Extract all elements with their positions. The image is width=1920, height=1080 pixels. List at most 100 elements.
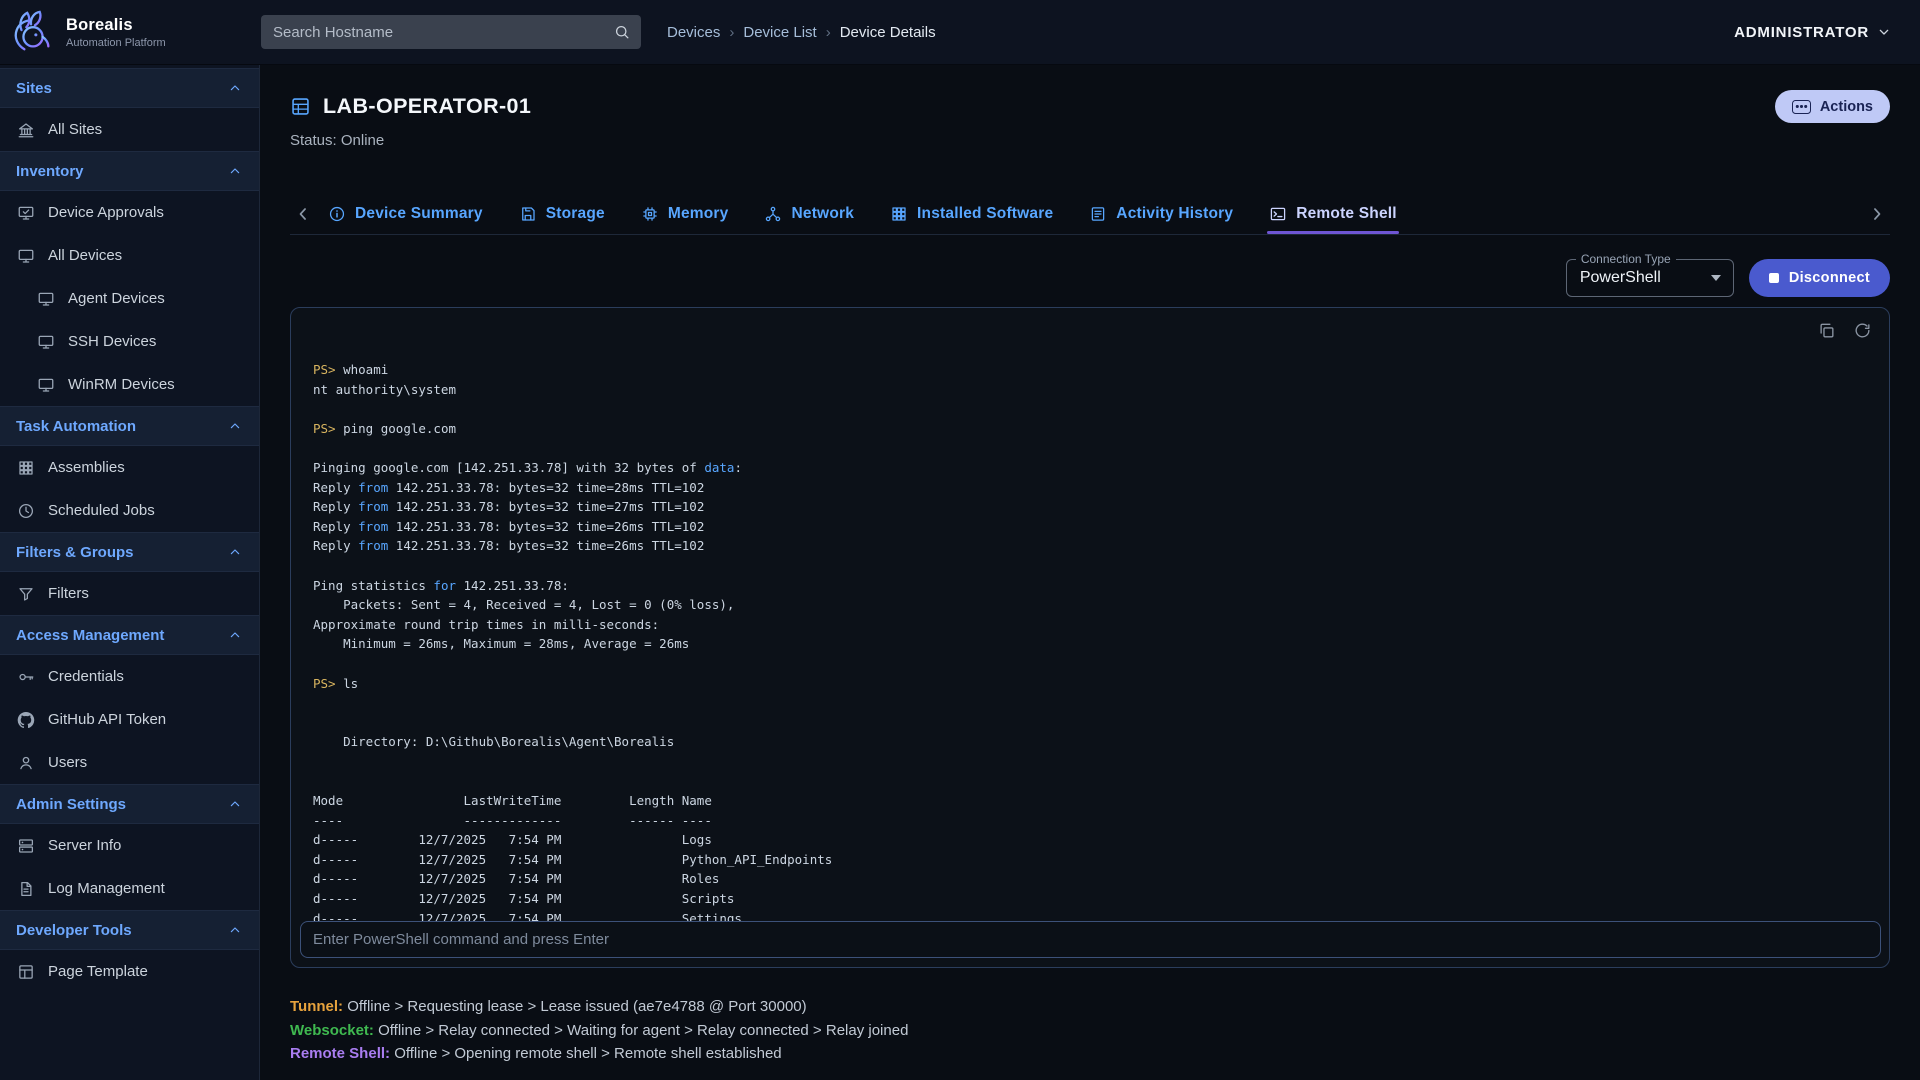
- connection-type-label: Connection Type: [1576, 252, 1676, 266]
- copy-icon[interactable]: [1817, 321, 1836, 340]
- sidebar-section-task-automation[interactable]: Task Automation: [0, 406, 259, 446]
- sidebar-section-filters-groups[interactable]: Filters & Groups: [0, 532, 259, 572]
- device-status: Status: Online: [290, 132, 1890, 149]
- sidebar-item-label: SSH Devices: [68, 333, 156, 350]
- status-line-label: Websocket:: [290, 1022, 374, 1039]
- sidebar-item-label: All Sites: [48, 121, 102, 138]
- sidebar-section-sites[interactable]: Sites: [0, 68, 259, 108]
- terminal-line: d----- 12/7/2025 7:54 PM Python_API_Endp…: [313, 850, 1869, 870]
- terminal-line: PS> whoami: [313, 360, 1869, 380]
- sidebar-item-device-approvals[interactable]: Device Approvals: [0, 191, 259, 234]
- sidebar-item-label: Device Approvals: [48, 204, 164, 221]
- terminal-line: [313, 771, 1869, 791]
- sidebar-item-scheduled-jobs[interactable]: Scheduled Jobs: [0, 489, 259, 532]
- tabs-scroll-left-icon[interactable]: [290, 204, 316, 224]
- tab-network[interactable]: Network: [764, 193, 854, 234]
- select-arrow-icon: [1711, 275, 1721, 281]
- tab-bar: Device Summary Storage Memory Network Instal…: [290, 193, 1890, 235]
- tab-remote-shell[interactable]: Remote Shell: [1269, 193, 1397, 234]
- terminal-line: [313, 556, 1869, 576]
- actions-button[interactable]: Actions: [1775, 90, 1890, 123]
- tab-memory[interactable]: Memory: [641, 193, 729, 234]
- tab-label: Memory: [668, 205, 729, 223]
- tab-device-summary[interactable]: Device Summary: [328, 193, 483, 234]
- info-icon: [328, 205, 346, 223]
- tab-label: Network: [791, 205, 854, 223]
- terminal-line: [313, 752, 1869, 772]
- terminal-toolbar: [1817, 321, 1872, 340]
- connection-status-lines: Tunnel: Offline > Requesting lease > Lea…: [290, 995, 1890, 1066]
- sidebar-section-developer-tools[interactable]: Developer Tools: [0, 910, 259, 950]
- terminal-line: Directory: D:\Github\Borealis\Agent\Bore…: [313, 732, 1869, 752]
- template-icon: [17, 963, 35, 981]
- terminal-line: Reply from 142.251.33.78: bytes=32 time=…: [313, 517, 1869, 537]
- sidebar-item-label: GitHub API Token: [48, 711, 166, 728]
- memory-icon: [641, 205, 659, 223]
- sidebar-item-users[interactable]: Users: [0, 741, 259, 784]
- connection-row: Connection Type PowerShell Disconnect: [290, 259, 1890, 297]
- breadcrumb-separator-icon: ›: [826, 24, 831, 41]
- terminal-line: d----- 12/7/2025 7:54 PM Settings: [313, 909, 1869, 921]
- search-input[interactable]: [273, 24, 613, 41]
- brand-name: Borealis: [66, 16, 166, 35]
- tabs-scroll-right-icon[interactable]: [1864, 204, 1890, 224]
- sidebar-item-credentials[interactable]: Credentials: [0, 655, 259, 698]
- main-content: LAB-OPERATOR-01 Actions Status: Online D…: [260, 65, 1920, 1080]
- breadcrumb-device-details: Device Details: [840, 24, 936, 41]
- terminal-line: Pinging google.com [142.251.33.78] with …: [313, 458, 1869, 478]
- search-box[interactable]: [261, 15, 641, 49]
- terminal-command-input[interactable]: [313, 931, 1868, 948]
- sidebar-item-label: Server Info: [48, 837, 121, 854]
- chevron-up-icon: [227, 544, 243, 560]
- sidebar-item-winrm-devices[interactable]: WinRM Devices: [0, 363, 259, 406]
- tab-label: Remote Shell: [1296, 205, 1397, 223]
- terminal-line: d----- 12/7/2025 7:54 PM Roles: [313, 869, 1869, 889]
- sidebar-section-label: Filters & Groups: [16, 544, 134, 561]
- sidebar-item-server-info[interactable]: Server Info: [0, 824, 259, 867]
- sidebar-item-ssh-devices[interactable]: SSH Devices: [0, 320, 259, 363]
- top-bar: Borealis Automation Platform Devices›Dev…: [0, 0, 1920, 65]
- tab-label: Storage: [546, 205, 605, 223]
- disconnect-button[interactable]: Disconnect: [1749, 259, 1890, 297]
- tabs: Device Summary Storage Memory Network Instal…: [328, 193, 1397, 234]
- sidebar-section-admin-settings[interactable]: Admin Settings: [0, 784, 259, 824]
- user-menu-label: ADMINISTRATOR: [1734, 24, 1869, 41]
- status-line-tunnel: Tunnel: Offline > Requesting lease > Lea…: [290, 995, 1890, 1019]
- sidebar-section-inventory[interactable]: Inventory: [0, 151, 259, 191]
- terminal-line: PS> ls: [313, 674, 1869, 694]
- sidebar-item-filters[interactable]: Filters: [0, 572, 259, 615]
- tab-label: Installed Software: [917, 205, 1053, 223]
- sidebar-item-log-management[interactable]: Log Management: [0, 867, 259, 910]
- chevron-up-icon: [227, 418, 243, 434]
- chevron-up-icon: [227, 163, 243, 179]
- connection-type-select[interactable]: Connection Type PowerShell: [1566, 259, 1734, 297]
- breadcrumb: Devices›Device List›Device Details: [667, 24, 936, 41]
- sidebar-item-label: WinRM Devices: [68, 376, 175, 393]
- breadcrumb-devices[interactable]: Devices: [667, 24, 720, 41]
- terminal-line: [313, 693, 1869, 713]
- sidebar-item-all-devices[interactable]: All Devices: [0, 234, 259, 277]
- sidebar-section-access-management[interactable]: Access Management: [0, 615, 259, 655]
- terminal-line: d----- 12/7/2025 7:54 PM Scripts: [313, 889, 1869, 909]
- status-line-text: Offline > Relay connected > Waiting for …: [374, 1022, 909, 1039]
- terminal-line: [313, 438, 1869, 458]
- sidebar-item-assemblies[interactable]: Assemblies: [0, 446, 259, 489]
- terminal-output[interactable]: PS> whoamint authority\system PS> ping g…: [291, 308, 1889, 921]
- sidebar-item-page-template[interactable]: Page Template: [0, 950, 259, 993]
- tab-installed-software[interactable]: Installed Software: [890, 193, 1053, 234]
- refresh-icon[interactable]: [1853, 321, 1872, 340]
- sidebar-item-all-sites[interactable]: All Sites: [0, 108, 259, 151]
- tab-activity-history[interactable]: Activity History: [1089, 193, 1233, 234]
- tab-label: Device Summary: [355, 205, 483, 223]
- user-menu[interactable]: ADMINISTRATOR: [1734, 24, 1920, 41]
- disconnect-button-label: Disconnect: [1789, 270, 1870, 286]
- sidebar-item-agent-devices[interactable]: Agent Devices: [0, 277, 259, 320]
- breadcrumb-device-list[interactable]: Device List: [743, 24, 816, 41]
- sidebar-item-github-api-token[interactable]: GitHub API Token: [0, 698, 259, 741]
- actions-button-label: Actions: [1820, 99, 1873, 115]
- terminal-line: [313, 713, 1869, 733]
- sidebar: Sites All Sites Inventory Device Approvals A…: [0, 65, 260, 1080]
- grid-icon: [17, 459, 35, 477]
- tab-storage[interactable]: Storage: [519, 193, 605, 234]
- terminal-line: Minimum = 26ms, Maximum = 28ms, Average …: [313, 634, 1869, 654]
